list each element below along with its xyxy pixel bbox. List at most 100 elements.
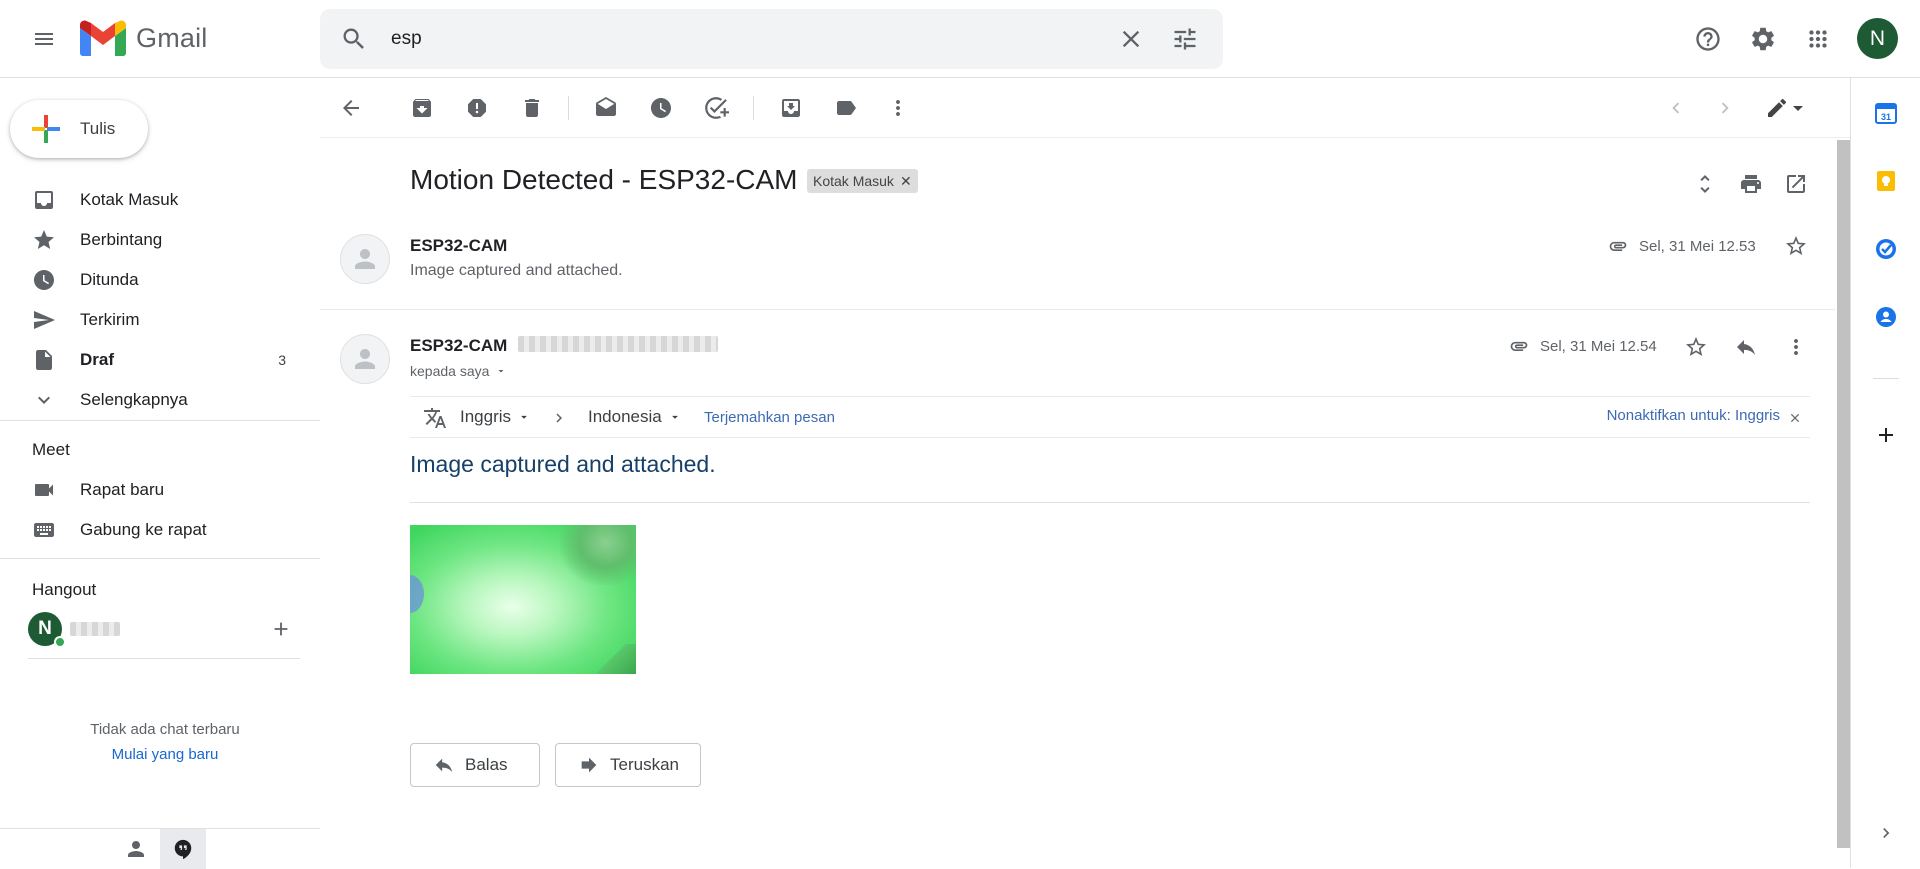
message-snippet[interactable]: Image captured and attached. — [410, 262, 623, 280]
message-toolbar — [320, 78, 1850, 138]
print-icon[interactable] — [1733, 166, 1769, 202]
expand-panel-chevron-icon[interactable] — [1871, 818, 1901, 848]
meet-item-label: Rapat baru — [80, 480, 165, 499]
meet-new-meeting[interactable]: Rapat baru — [0, 470, 320, 510]
reply-button[interactable]: Balas — [410, 743, 540, 787]
report-spam-icon[interactable] — [459, 90, 495, 126]
search-options-icon[interactable] — [1171, 25, 1199, 53]
source-language-dropdown[interactable]: Inggris — [460, 407, 531, 427]
delete-trash-icon[interactable] — [514, 90, 550, 126]
compose-label: Tulis — [80, 119, 116, 138]
forward-button[interactable]: Teruskan — [555, 743, 701, 787]
person-icon[interactable] — [124, 837, 148, 861]
start-new-chat-link[interactable]: Mulai yang baru — [0, 746, 330, 763]
apps-grid-icon[interactable] — [1796, 17, 1840, 61]
settings-gear-icon[interactable] — [1741, 17, 1785, 61]
hangout-bottom-bar — [0, 828, 320, 869]
target-language-label: Indonesia — [588, 407, 662, 426]
thread-subject: Motion Detected - ESP32-CAM — [410, 164, 798, 195]
add-hangout-icon[interactable] — [270, 618, 292, 640]
back-arrow-icon[interactable] — [333, 90, 369, 126]
search-bar[interactable]: esp — [320, 9, 1223, 69]
message-date-row: Sel, 31 Mei 12.53 — [1605, 236, 1756, 256]
snooze-clock-icon[interactable] — [643, 90, 679, 126]
disable-translation-link[interactable]: Nonaktifkan untuk: Inggris — [1607, 407, 1780, 424]
nav-item-label: Selengkapnya — [80, 390, 188, 409]
draft-file-icon — [32, 348, 56, 372]
target-language-dropdown[interactable]: Indonesia — [588, 407, 682, 427]
star-icon — [32, 228, 56, 252]
move-to-inbox-icon[interactable] — [773, 90, 809, 126]
reply-label: Balas — [465, 755, 508, 774]
keep-notes-icon[interactable] — [1871, 166, 1901, 196]
star-message-icon[interactable] — [1778, 228, 1814, 264]
expand-all-icon[interactable] — [1687, 166, 1723, 202]
source-language-label: Inggris — [460, 407, 512, 426]
nav-item-drafts[interactable]: Draf 3 — [0, 340, 320, 380]
nav-item-snoozed[interactable]: Ditunda — [0, 260, 320, 300]
search-icon[interactable] — [340, 25, 368, 53]
sender-avatar — [340, 234, 390, 284]
calendar-icon[interactable]: 31 — [1871, 98, 1901, 128]
add-task-icon[interactable] — [698, 90, 734, 126]
gmail-m-icon — [80, 20, 126, 56]
account-avatar[interactable]: N — [1857, 18, 1898, 59]
hangout-chat-icon[interactable] — [160, 829, 206, 869]
nav-item-starred[interactable]: Berbintang — [0, 220, 320, 260]
add-addon-plus-icon[interactable] — [1871, 420, 1901, 450]
online-status-dot — [54, 636, 66, 648]
vertical-scrollbar[interactable] — [1837, 140, 1850, 848]
inbox-label-chip[interactable]: Kotak Masuk ✕ — [807, 169, 918, 193]
hangout-title: Hangout — [32, 580, 97, 599]
newer-chevron-right-icon[interactable] — [1707, 90, 1743, 126]
divider — [0, 558, 320, 559]
open-in-new-window-icon[interactable] — [1778, 166, 1814, 202]
nav-item-label: Berbintang — [80, 230, 163, 249]
message-body: Image captured and attached. — [410, 451, 716, 477]
more-vert-icon[interactable] — [880, 90, 916, 126]
hangout-contact[interactable]: N — [28, 610, 300, 650]
attachment-corner-fold — [586, 644, 636, 674]
search-input[interactable]: esp — [391, 28, 422, 50]
gmail-logo[interactable]: Gmail — [80, 20, 208, 56]
svg-text:31: 31 — [1881, 112, 1891, 122]
message-more-vert-icon[interactable] — [1778, 329, 1814, 365]
image-attachment-thumbnail[interactable] — [410, 525, 636, 674]
caret-down-icon — [498, 370, 504, 373]
archive-icon[interactable] — [404, 90, 440, 126]
mark-unread-icon[interactable] — [588, 90, 624, 126]
attachment-paperclip-icon — [1510, 341, 1528, 351]
remove-label-icon[interactable]: ✕ — [900, 173, 912, 190]
hangout-contact-name-redacted — [70, 622, 120, 636]
nav-item-sent[interactable]: Terkirim — [0, 300, 320, 340]
close-translate-icon[interactable] — [1788, 411, 1802, 425]
recipient-details[interactable]: kepada saya — [410, 363, 507, 379]
star-message-icon[interactable] — [1678, 329, 1714, 365]
translate-message-link[interactable]: Terjemahkan pesan — [704, 409, 835, 426]
toolbar-divider — [568, 96, 569, 120]
compose-plus-icon — [32, 115, 60, 143]
caret-down-icon — [671, 415, 678, 419]
nav-item-label: Draf — [80, 350, 115, 369]
meet-join-meeting[interactable]: Gabung ke rapat — [0, 510, 320, 550]
reply-icon[interactable] — [1728, 329, 1764, 365]
help-icon[interactable] — [1686, 17, 1730, 61]
compose-button[interactable]: Tulis — [10, 100, 148, 158]
clear-search-icon[interactable] — [1117, 25, 1145, 53]
tasks-icon[interactable] — [1871, 234, 1901, 264]
message-date-row: Sel, 31 Mei 12.54 — [1506, 336, 1657, 356]
translate-bar: Inggris Indonesia Terjemahkan pesan Nona… — [410, 396, 1810, 438]
no-chat-text: Tidak ada chat terbaru — [90, 721, 240, 738]
label-tag-icon[interactable] — [828, 90, 864, 126]
nav-item-more[interactable]: Selengkapnya — [0, 380, 320, 420]
keyboard-icon — [32, 518, 56, 542]
forward-label: Teruskan — [610, 755, 679, 774]
input-tools-pencil-icon[interactable] — [1760, 90, 1810, 126]
nav-item-inbox[interactable]: Kotak Masuk — [0, 180, 320, 220]
contacts-icon[interactable] — [1871, 302, 1901, 332]
message-sender[interactable]: ESP32-CAM — [410, 236, 507, 256]
older-chevron-left-icon[interactable] — [1658, 90, 1694, 126]
main-menu-icon[interactable] — [22, 17, 66, 61]
message-sender[interactable]: ESP32-CAM — [410, 336, 507, 356]
divider — [0, 420, 320, 421]
